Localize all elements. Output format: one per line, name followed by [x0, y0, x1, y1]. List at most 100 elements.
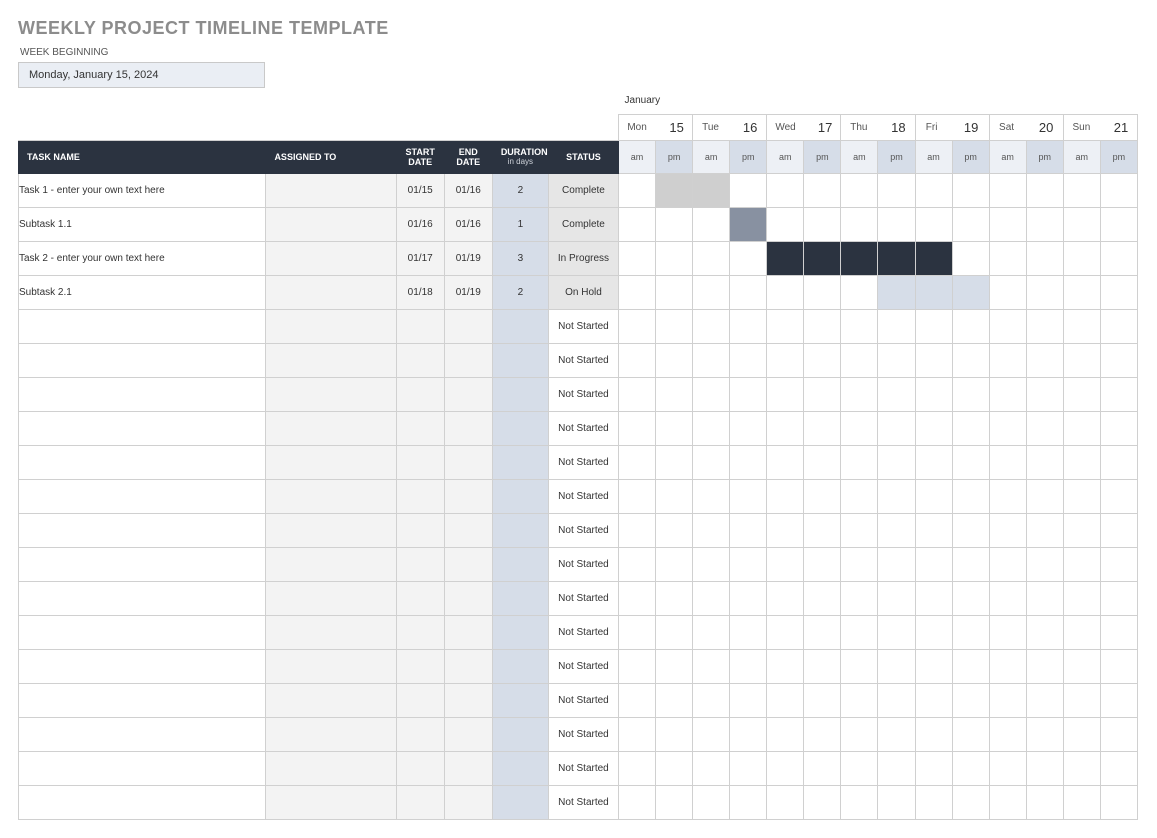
- end-date-cell[interactable]: [444, 343, 492, 377]
- assigned-to-cell[interactable]: [266, 547, 396, 581]
- assigned-to-cell[interactable]: [266, 241, 396, 275]
- end-date-cell[interactable]: [444, 649, 492, 683]
- task-name-cell[interactable]: [19, 615, 266, 649]
- task-name-cell[interactable]: [19, 547, 266, 581]
- task-name-cell[interactable]: [19, 649, 266, 683]
- assigned-to-cell[interactable]: [266, 649, 396, 683]
- assigned-to-cell[interactable]: [266, 377, 396, 411]
- status-cell[interactable]: Not Started: [548, 717, 618, 751]
- status-cell[interactable]: Not Started: [548, 411, 618, 445]
- status-cell[interactable]: Not Started: [548, 547, 618, 581]
- end-date-cell[interactable]: [444, 683, 492, 717]
- task-name-cell[interactable]: [19, 785, 266, 819]
- assigned-to-cell[interactable]: [266, 683, 396, 717]
- status-cell[interactable]: Not Started: [548, 581, 618, 615]
- assigned-to-cell[interactable]: [266, 411, 396, 445]
- assigned-to-cell[interactable]: [266, 785, 396, 819]
- assigned-to-cell[interactable]: [266, 445, 396, 479]
- end-date-cell[interactable]: 01/16: [444, 207, 492, 241]
- assigned-to-cell[interactable]: [266, 275, 396, 309]
- assigned-to-cell[interactable]: [266, 581, 396, 615]
- assigned-to-cell[interactable]: [266, 615, 396, 649]
- duration-cell: [492, 581, 548, 615]
- end-date-cell[interactable]: [444, 411, 492, 445]
- start-date-cell[interactable]: [396, 717, 444, 751]
- assigned-to-cell[interactable]: [266, 309, 396, 343]
- start-date-cell[interactable]: [396, 445, 444, 479]
- start-date-cell[interactable]: [396, 513, 444, 547]
- end-date-cell[interactable]: [444, 445, 492, 479]
- gantt-cell: [1063, 343, 1100, 377]
- gantt-cell: [841, 785, 878, 819]
- assigned-to-cell[interactable]: [266, 513, 396, 547]
- start-date-cell[interactable]: [396, 615, 444, 649]
- assigned-to-cell[interactable]: [266, 717, 396, 751]
- task-name-cell[interactable]: Task 2 - enter your own text here: [19, 241, 266, 275]
- end-date-cell[interactable]: [444, 751, 492, 785]
- start-date-cell[interactable]: [396, 343, 444, 377]
- status-cell[interactable]: Not Started: [548, 479, 618, 513]
- start-date-cell[interactable]: [396, 751, 444, 785]
- end-date-cell[interactable]: [444, 547, 492, 581]
- assigned-to-cell[interactable]: [266, 207, 396, 241]
- end-date-cell[interactable]: [444, 377, 492, 411]
- assigned-to-cell[interactable]: [266, 479, 396, 513]
- start-date-cell[interactable]: 01/16: [396, 207, 444, 241]
- task-name-cell[interactable]: Subtask 2.1: [19, 275, 266, 309]
- status-cell[interactable]: Not Started: [548, 785, 618, 819]
- end-date-cell[interactable]: [444, 309, 492, 343]
- status-cell[interactable]: Not Started: [548, 309, 618, 343]
- assigned-to-cell[interactable]: [266, 343, 396, 377]
- task-name-cell[interactable]: [19, 717, 266, 751]
- status-cell[interactable]: Not Started: [548, 513, 618, 547]
- start-date-cell[interactable]: [396, 649, 444, 683]
- task-name-cell[interactable]: [19, 581, 266, 615]
- start-date-cell[interactable]: [396, 547, 444, 581]
- start-date-cell[interactable]: [396, 411, 444, 445]
- end-date-cell[interactable]: 01/16: [444, 173, 492, 207]
- start-date-cell[interactable]: [396, 683, 444, 717]
- gantt-cell: [693, 241, 730, 275]
- end-date-cell[interactable]: [444, 785, 492, 819]
- status-cell[interactable]: Complete: [548, 207, 618, 241]
- start-date-cell[interactable]: [396, 377, 444, 411]
- start-date-cell[interactable]: [396, 785, 444, 819]
- task-name-cell[interactable]: [19, 309, 266, 343]
- start-date-cell[interactable]: 01/18: [396, 275, 444, 309]
- start-date-cell[interactable]: 01/17: [396, 241, 444, 275]
- task-name-cell[interactable]: [19, 445, 266, 479]
- end-date-cell[interactable]: 01/19: [444, 275, 492, 309]
- task-name-cell[interactable]: [19, 343, 266, 377]
- task-name-cell[interactable]: [19, 479, 266, 513]
- status-cell[interactable]: Not Started: [548, 343, 618, 377]
- start-date-cell[interactable]: 01/15: [396, 173, 444, 207]
- assigned-to-cell[interactable]: [266, 751, 396, 785]
- task-name-cell[interactable]: [19, 377, 266, 411]
- task-name-cell[interactable]: [19, 411, 266, 445]
- task-name-cell[interactable]: [19, 513, 266, 547]
- end-date-cell[interactable]: [444, 615, 492, 649]
- task-name-cell[interactable]: Subtask 1.1: [19, 207, 266, 241]
- status-cell[interactable]: In Progress: [548, 241, 618, 275]
- week-beginning-value[interactable]: Monday, January 15, 2024: [18, 62, 265, 88]
- status-cell[interactable]: On Hold: [548, 275, 618, 309]
- status-cell[interactable]: Not Started: [548, 683, 618, 717]
- task-name-cell[interactable]: [19, 683, 266, 717]
- end-date-cell[interactable]: 01/19: [444, 241, 492, 275]
- assigned-to-cell[interactable]: [266, 173, 396, 207]
- status-cell[interactable]: Not Started: [548, 377, 618, 411]
- status-cell[interactable]: Not Started: [548, 649, 618, 683]
- start-date-cell[interactable]: [396, 581, 444, 615]
- start-date-cell[interactable]: [396, 479, 444, 513]
- end-date-cell[interactable]: [444, 717, 492, 751]
- status-cell[interactable]: Not Started: [548, 615, 618, 649]
- start-date-cell[interactable]: [396, 309, 444, 343]
- task-name-cell[interactable]: Task 1 - enter your own text here: [19, 173, 266, 207]
- task-name-cell[interactable]: [19, 751, 266, 785]
- status-cell[interactable]: Not Started: [548, 445, 618, 479]
- status-cell[interactable]: Not Started: [548, 751, 618, 785]
- status-cell[interactable]: Complete: [548, 173, 618, 207]
- end-date-cell[interactable]: [444, 581, 492, 615]
- end-date-cell[interactable]: [444, 479, 492, 513]
- end-date-cell[interactable]: [444, 513, 492, 547]
